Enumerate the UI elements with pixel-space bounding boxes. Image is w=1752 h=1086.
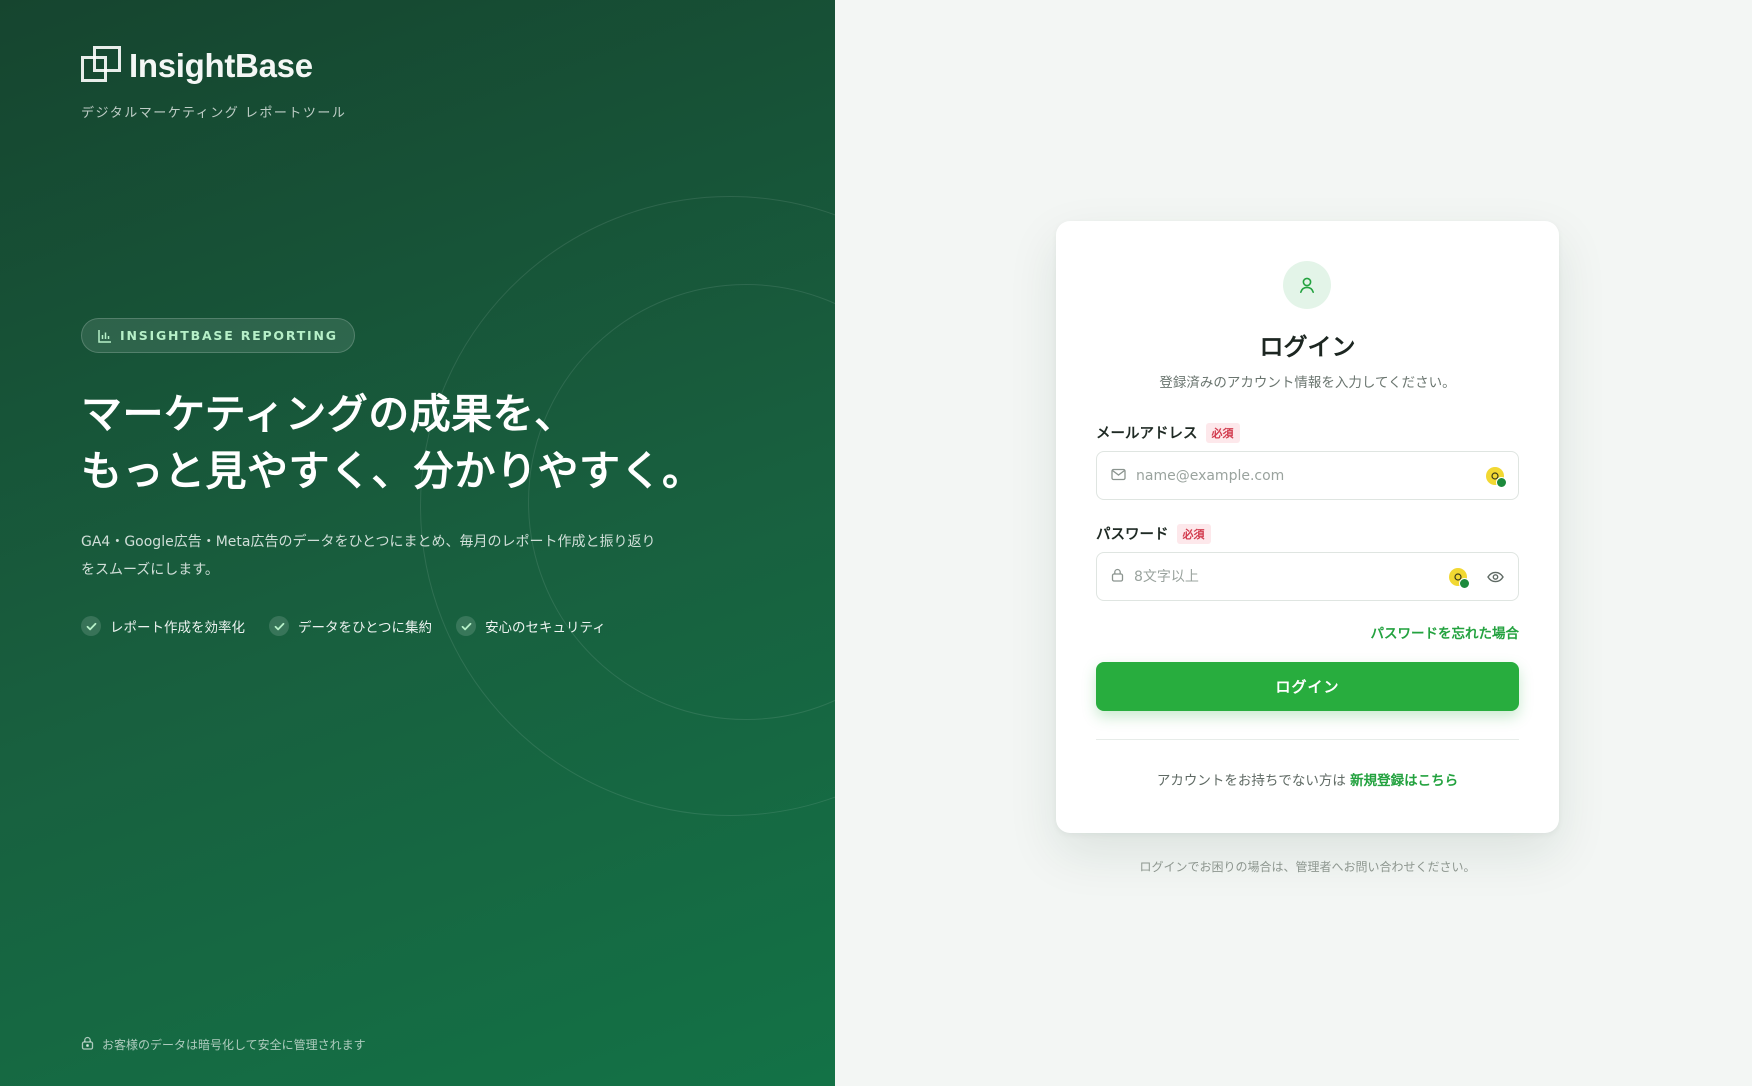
feature-item: レポート作成を効率化 <box>81 616 245 636</box>
brand-name: InsightBase <box>129 47 313 84</box>
hero-badge-label: INSIGHTBASE REPORTING <box>120 328 338 343</box>
required-badge: 必須 <box>1205 422 1240 443</box>
hero-headline: マーケティングの成果を、 もっと見やすく、分かりやすく。 <box>81 386 704 500</box>
logo-icon <box>81 46 123 86</box>
brand-panel: InsightBase デジタルマーケティング レポートツール INSIGHTB… <box>0 0 835 1086</box>
feature-label: データをひとつに集約 <box>298 620 433 636</box>
feature-item: データをひとつに集約 <box>269 616 432 636</box>
feature-list: レポート作成を効率化 データをひとつに集約 安心のセキュリティ <box>81 616 606 636</box>
check-icon <box>81 616 101 636</box>
hero-badge: INSIGHTBASE REPORTING <box>81 318 355 353</box>
login-card: ログイン 登録済みのアカウント情報を入力してください。 メールアドレス 必須 パ… <box>1056 221 1559 833</box>
forgot-password-link[interactable]: パスワードを忘れた場合 <box>1371 622 1520 642</box>
password-label: パスワード <box>1096 527 1169 543</box>
email-field <box>1096 451 1519 500</box>
bar-chart-icon <box>98 329 112 343</box>
required-badge: 必須 <box>1176 523 1211 544</box>
login-button[interactable]: ログイン <box>1096 662 1519 711</box>
security-note: お客様のデータは暗号化して安全に管理されます <box>81 1035 366 1054</box>
brand-logo: InsightBase <box>81 46 313 86</box>
feature-item: 安心のセキュリティ <box>456 616 606 636</box>
email-label: メールアドレス <box>1096 426 1198 442</box>
signup-link[interactable]: 新規登録はこちら <box>1350 773 1458 789</box>
brand-tagline: デジタルマーケティング レポートツール <box>81 106 347 121</box>
feature-label: レポート作成を効率化 <box>110 620 245 636</box>
signup-row: アカウントをお持ちでない方は 新規登録はこちら <box>1056 769 1559 789</box>
login-title: ログイン <box>1259 333 1356 361</box>
security-note-text: お客様のデータは暗号化して安全に管理されます <box>102 1038 366 1052</box>
check-icon <box>269 616 289 636</box>
hero-headline-line-2: もっと見やすく、分かりやすく。 <box>81 447 704 495</box>
signup-prompt: アカウントをお持ちでない方は <box>1156 773 1346 789</box>
check-icon <box>456 616 477 636</box>
help-text: ログインでお困りの場合は、管理者へお問い合わせください。 <box>1139 860 1476 874</box>
eye-icon[interactable] <box>1487 571 1504 583</box>
feature-label: 安心のセキュリティ <box>485 620 606 636</box>
password-label-row: パスワード 必須 <box>1096 523 1211 544</box>
user-icon <box>1283 261 1331 309</box>
lock-icon <box>1111 567 1124 586</box>
hero-headline-line-1: マーケティングの成果を、 <box>81 390 576 438</box>
password-manager-icon[interactable] <box>1486 466 1507 488</box>
password-manager-icon[interactable] <box>1449 567 1470 589</box>
password-input[interactable] <box>1134 568 1439 585</box>
mail-icon <box>1111 466 1126 485</box>
lock-icon <box>81 1035 94 1054</box>
divider <box>1096 739 1519 740</box>
login-subtitle: 登録済みのアカウント情報を入力してください。 <box>1159 375 1456 391</box>
password-field <box>1096 552 1519 601</box>
email-input[interactable] <box>1136 467 1476 484</box>
email-label-row: メールアドレス 必須 <box>1096 422 1240 443</box>
hero-description: GA4・Google広告・Meta広告のデータをひとつにまとめ、毎月のレポート作… <box>81 534 656 578</box>
